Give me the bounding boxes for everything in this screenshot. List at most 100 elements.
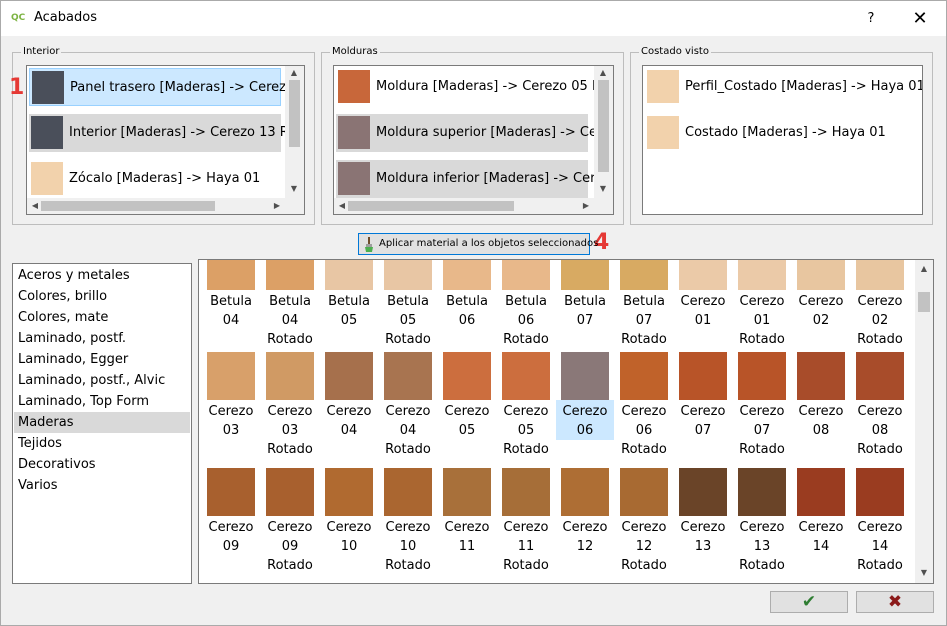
interior-vscroll-thumb[interactable] [289, 80, 300, 147]
scroll-right-icon[interactable]: ▶ [271, 201, 283, 211]
ok-button[interactable]: ✔ [770, 591, 848, 613]
material-tile[interactable]: Cerezo 06 [556, 352, 614, 440]
category-item[interactable]: Laminado, postf., Alvic [14, 370, 190, 391]
material-tile[interactable]: Cerezo 02 [792, 260, 850, 330]
material-tile[interactable]: Cerezo 12 Rotado [615, 468, 673, 575]
material-tile[interactable]: Betula 07 Rotado [615, 260, 673, 349]
category-item[interactable]: Varios [14, 475, 190, 496]
interior-hscrollbar[interactable]: ◀ ▶ [27, 198, 304, 214]
scroll-down-icon[interactable]: ▼ [288, 184, 300, 194]
category-item[interactable]: Tejidos [14, 433, 190, 454]
material-tile[interactable]: Cerezo 03 Rotado [261, 352, 319, 459]
grid-vscroll-thumb[interactable] [918, 292, 930, 312]
material-tile[interactable]: Betula 05 [320, 260, 378, 330]
material-grid[interactable]: Cerezo 14 Rotado Cerezo 14 Cerezo 13 Rotado Cere… [198, 259, 934, 584]
material-tile[interactable]: Cerezo 01 Rotado [733, 260, 791, 349]
material-tile[interactable]: Cerezo 07 [674, 352, 732, 440]
check-icon: ✔ [801, 592, 817, 612]
interior-list[interactable]: Panel trasero [Maderas] -> Cerezo 13 Rot… [26, 65, 305, 215]
material-tile[interactable]: Cerezo 08 Rotado [851, 352, 909, 459]
material-tile-label-line: Cerezo [857, 404, 903, 419]
molduras-vscroll-thumb[interactable] [598, 80, 609, 172]
category-item[interactable]: Colores, brillo [14, 286, 190, 307]
material-tile[interactable]: Cerezo 09 Rotado [261, 468, 319, 575]
interior-vscrollbar[interactable]: ▲ ▼ [285, 66, 304, 198]
molduras-hscrollbar[interactable]: ◀ ▶ [334, 198, 613, 214]
material-tile[interactable]: Cerezo 12 [556, 468, 614, 556]
material-swatch [679, 468, 727, 516]
molduras-material-row[interactable]: Moldura inferior [Maderas] -> Cerezo 06 [336, 160, 613, 198]
interior-material-row[interactable]: Zócalo [Maderas] -> Haya 01 [29, 160, 281, 198]
material-tile[interactable]: Cerezo 13 Rotado [733, 468, 791, 575]
interior-material-row[interactable]: Interior [Maderas] -> Cerezo 13 Rotado [29, 114, 304, 152]
material-swatch [266, 352, 314, 400]
material-tile-label-line: Cerezo [444, 520, 490, 535]
material-tile[interactable]: Cerezo 03 [202, 352, 260, 440]
material-tile-label-line: 11 [458, 539, 476, 554]
help-button[interactable]: ? [859, 8, 883, 30]
material-tile[interactable]: Cerezo 05 [438, 352, 496, 440]
material-tile[interactable]: Cerezo 04 [320, 352, 378, 440]
material-tile[interactable]: Cerezo 14 [792, 468, 850, 556]
material-tile-label: Cerezo 01 Rotado [733, 290, 791, 349]
material-tile[interactable]: Cerezo 10 [320, 468, 378, 556]
molduras-material-row[interactable]: Moldura [Maderas] -> Cerezo 05 Rotado [336, 68, 613, 106]
costado-material-row[interactable]: Costado [Maderas] -> Haya 01 [645, 114, 897, 152]
material-tile[interactable]: Cerezo 05 Rotado [497, 352, 555, 459]
category-item[interactable]: Laminado, postf. [14, 328, 190, 349]
material-tile[interactable]: Cerezo 02 Rotado [851, 260, 909, 349]
category-item[interactable]: Colores, mate [14, 307, 190, 328]
scroll-left-icon[interactable]: ◀ [29, 201, 41, 211]
category-item[interactable]: Decorativos [14, 454, 190, 475]
material-tile[interactable]: Cerezo 06 Rotado [615, 352, 673, 459]
scroll-up-icon[interactable]: ▲ [918, 264, 930, 274]
cancel-button[interactable]: ✖ [856, 591, 934, 613]
category-item[interactable]: Maderas [14, 412, 190, 433]
material-tile[interactable]: Cerezo 07 Rotado [733, 352, 791, 459]
scroll-right-icon[interactable]: ▶ [580, 201, 592, 211]
material-swatch [620, 468, 668, 516]
material-tile[interactable]: Betula 04 [202, 260, 260, 330]
material-swatch [31, 162, 63, 195]
category-item[interactable]: Laminado, Top Form [14, 391, 190, 412]
material-swatch [561, 468, 609, 516]
scroll-up-icon[interactable]: ▲ [288, 68, 300, 78]
material-tile[interactable]: Cerezo 04 Rotado [379, 352, 437, 459]
material-tile[interactable]: Betula 07 [556, 260, 614, 330]
molduras-vscrollbar[interactable]: ▲ ▼ [594, 66, 613, 198]
scroll-up-icon[interactable]: ▲ [597, 68, 609, 78]
marker-1: 1 [9, 75, 25, 100]
interior-material-row[interactable]: Panel trasero [Maderas] -> Cerezo 13 Rot… [29, 68, 304, 106]
material-tile[interactable]: Betula 04 Rotado [261, 260, 319, 349]
material-tile[interactable]: Cerezo 11 Rotado [497, 468, 555, 575]
material-tile[interactable]: Cerezo 09 [202, 468, 260, 556]
material-tile[interactable]: Cerezo 10 Rotado [379, 468, 437, 575]
molduras-hscroll-thumb[interactable] [348, 201, 514, 211]
scroll-left-icon[interactable]: ◀ [336, 201, 348, 211]
material-tile[interactable]: Cerezo 14 Rotado [851, 468, 909, 575]
category-item[interactable]: Laminado, Egger [14, 349, 190, 370]
material-tile[interactable]: Betula 06 Rotado [497, 260, 555, 349]
apply-material-button[interactable]: Aplicar material a los objetos seleccion… [358, 233, 598, 255]
material-tile[interactable]: Cerezo 08 [792, 352, 850, 440]
category-list[interactable]: Aceros y metales Colores, brillo Colores, … [12, 263, 192, 584]
material-tile-label-line: 13 [753, 539, 771, 554]
material-tile[interactable]: Betula 05 Rotado [379, 260, 437, 349]
costado-list[interactable]: Perfil_Costado [Maderas] -> Haya 01 Costa… [642, 65, 923, 215]
scroll-down-icon[interactable]: ▼ [918, 568, 930, 578]
material-tile[interactable]: Cerezo 11 [438, 468, 496, 556]
costado-material-row[interactable]: Perfil_Costado [Maderas] -> Haya 01 [645, 68, 922, 106]
grid-vscrollbar[interactable]: ▲ ▼ [915, 260, 933, 583]
material-tile[interactable]: Betula 06 [438, 260, 496, 330]
interior-hscroll-thumb[interactable] [41, 201, 215, 211]
material-tile[interactable]: Cerezo 01 [674, 260, 732, 330]
close-button[interactable]: ✕ [905, 6, 935, 32]
material-tile[interactable]: Cerezo 13 [674, 468, 732, 556]
material-tile-label-line: Betula [387, 294, 429, 309]
category-item[interactable]: Aceros y metales [14, 265, 190, 286]
molduras-material-row[interactable]: Moldura superior [Maderas] -> Cerezo 06 [336, 114, 613, 152]
material-row-label: Moldura [Maderas] -> Cerezo 05 Rotado [376, 79, 614, 94]
molduras-list[interactable]: Moldura [Maderas] -> Cerezo 05 Rotado Mol… [333, 65, 614, 215]
scroll-down-icon[interactable]: ▼ [597, 184, 609, 194]
material-tile-label: Cerezo 14 Rotado [851, 516, 909, 575]
